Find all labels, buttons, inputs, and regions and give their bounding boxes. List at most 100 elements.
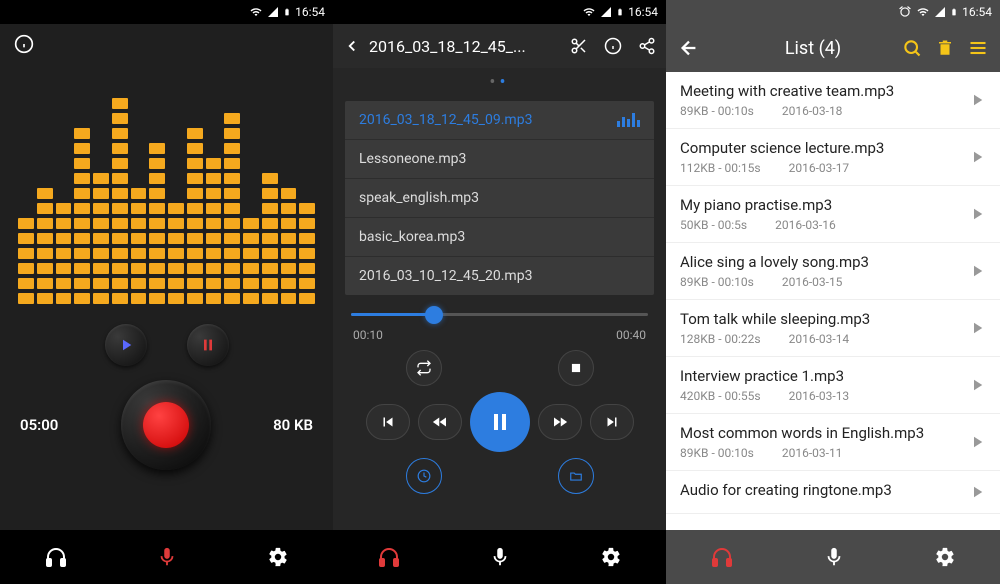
- play-icon[interactable]: [968, 319, 986, 337]
- eq-column: [149, 68, 165, 304]
- recording-meta: 420KB - 00:55s2016-03-13: [680, 389, 956, 403]
- wifi-icon: [582, 6, 596, 18]
- eq-column: [262, 68, 278, 304]
- prev-track-button[interactable]: [366, 404, 410, 440]
- play-icon[interactable]: [968, 433, 986, 451]
- search-icon[interactable]: [902, 38, 922, 58]
- headphones-icon[interactable]: [44, 545, 68, 569]
- play-icon[interactable]: [968, 91, 986, 109]
- player-title: 2016_03_18_12_45_...: [369, 37, 562, 56]
- playlist-item[interactable]: 2016_03_10_12_45_20.mp3: [345, 257, 654, 295]
- eq-column: [74, 68, 90, 304]
- menu-icon[interactable]: [968, 38, 988, 58]
- recording-name: Computer science lecture.mp3: [680, 139, 956, 157]
- pause-button[interactable]: [187, 324, 229, 366]
- eq-column: [281, 68, 297, 304]
- next-track-button[interactable]: [590, 404, 634, 440]
- back-icon[interactable]: [343, 37, 361, 55]
- play-icon[interactable]: [968, 262, 986, 280]
- share-icon[interactable]: [638, 37, 656, 55]
- list-topbar: List (4): [666, 24, 1000, 72]
- list-screen: 16:54 List (4) Meeting with creative tea…: [666, 0, 1000, 584]
- playlist-item-name: basic_korea.mp3: [359, 229, 465, 245]
- recorder-screen: 16:54 05:00 80 KB: [0, 0, 333, 584]
- eq-column: [93, 68, 109, 304]
- mic-icon[interactable]: [823, 546, 845, 568]
- stop-button[interactable]: [558, 350, 594, 386]
- play-icon[interactable]: [968, 376, 986, 394]
- play-icon[interactable]: [968, 205, 986, 223]
- eq-column: [18, 68, 34, 304]
- playlist-item[interactable]: Lessoneone.mp3: [345, 140, 654, 179]
- settings-icon[interactable]: [934, 546, 956, 568]
- recording-meta: 89KB - 00:10s2016-03-15: [680, 275, 956, 289]
- bottom-nav: [333, 530, 666, 584]
- list-item[interactable]: Meeting with creative team.mp3 89KB - 00:…: [666, 72, 1000, 129]
- play-icon[interactable]: [968, 483, 986, 501]
- eq-column: [112, 68, 128, 304]
- list-item[interactable]: Computer science lecture.mp3112KB - 00:1…: [666, 129, 1000, 186]
- mic-icon[interactable]: [489, 546, 511, 568]
- playlist: 2016_03_18_12_45_09.mp3 Lessoneone.mp3spe…: [345, 101, 654, 295]
- recording-name: Alice sing a lovely song.mp3: [680, 253, 956, 271]
- headphones-icon[interactable]: [710, 545, 734, 569]
- playlist-item-name: 2016_03_10_12_45_20.mp3: [359, 268, 532, 284]
- eq-column: [206, 68, 222, 304]
- battery-icon: [283, 5, 291, 19]
- playlist-item[interactable]: speak_english.mp3: [345, 179, 654, 218]
- playlist-item[interactable]: 2016_03_18_12_45_09.mp3: [345, 101, 654, 140]
- eq-column: [187, 68, 203, 304]
- list-item[interactable]: Interview practice 1.mp3 420KB - 00:55s20…: [666, 357, 1000, 414]
- status-bar: 16:54: [333, 0, 666, 24]
- recording-name: Interview practice 1.mp3: [680, 367, 956, 385]
- play-icon[interactable]: [968, 148, 986, 166]
- recording-name: Most common words in English.mp3: [680, 424, 956, 442]
- rewind-button[interactable]: [418, 404, 462, 440]
- status-time: 16:54: [962, 5, 992, 19]
- eq-column: [299, 68, 315, 304]
- signal-icon: [600, 6, 612, 18]
- settings-icon[interactable]: [600, 546, 622, 568]
- status-bar: 16:54: [666, 0, 1000, 24]
- status-time: 16:54: [628, 5, 658, 19]
- info-icon[interactable]: [14, 34, 34, 54]
- list-item[interactable]: Tom talk while sleeping.mp3128KB - 00:22…: [666, 300, 1000, 357]
- recording-name: Audio for creating ringtone.mp3: [680, 481, 956, 499]
- back-icon[interactable]: [678, 37, 700, 59]
- info-icon[interactable]: [604, 37, 622, 55]
- recording-name: My piano practise.mp3: [680, 196, 956, 214]
- list-item[interactable]: Audio for creating ringtone.mp3: [666, 471, 1000, 514]
- eq-column: [37, 68, 53, 304]
- recording-name: Meeting with creative team.mp3: [680, 82, 956, 100]
- bottom-nav: [0, 530, 333, 584]
- recording-meta: 89KB - 00:10s2016-03-11: [680, 446, 956, 460]
- forward-button[interactable]: [538, 404, 582, 440]
- delete-icon[interactable]: [936, 38, 954, 58]
- play-pause-button[interactable]: [470, 392, 530, 452]
- recordings-list: Meeting with creative team.mp3 89KB - 00:…: [666, 72, 1000, 530]
- recording-meta: 128KB - 00:22s2016-03-14: [680, 332, 956, 346]
- folder-button[interactable]: [558, 458, 594, 494]
- recording-meta: 89KB - 00:10s2016-03-18: [680, 104, 956, 118]
- battery-icon: [950, 5, 958, 19]
- repeat-button[interactable]: [406, 350, 442, 386]
- time-current: 00:10: [353, 328, 383, 342]
- alarm-icon: [898, 5, 912, 19]
- speed-button[interactable]: [406, 458, 442, 494]
- time-total: 00:40: [616, 328, 646, 342]
- seek-slider[interactable]: [351, 313, 648, 316]
- list-item[interactable]: Most common words in English.mp3 89KB - 0…: [666, 414, 1000, 471]
- list-item[interactable]: My piano practise.mp350KB - 00:5s2016-03…: [666, 186, 1000, 243]
- list-item[interactable]: Alice sing a lovely song.mp3 89KB - 00:10…: [666, 243, 1000, 300]
- record-button[interactable]: [121, 380, 211, 470]
- headphones-icon[interactable]: [377, 545, 401, 569]
- mic-icon[interactable]: [156, 546, 178, 568]
- cut-icon[interactable]: [570, 37, 588, 55]
- list-title: List (4): [738, 38, 888, 59]
- play-button[interactable]: [105, 324, 147, 366]
- page-dots: ••: [333, 68, 666, 97]
- eq-column: [168, 68, 184, 304]
- playlist-item[interactable]: basic_korea.mp3: [345, 218, 654, 257]
- playlist-item-name: 2016_03_18_12_45_09.mp3: [359, 112, 532, 128]
- settings-icon[interactable]: [267, 546, 289, 568]
